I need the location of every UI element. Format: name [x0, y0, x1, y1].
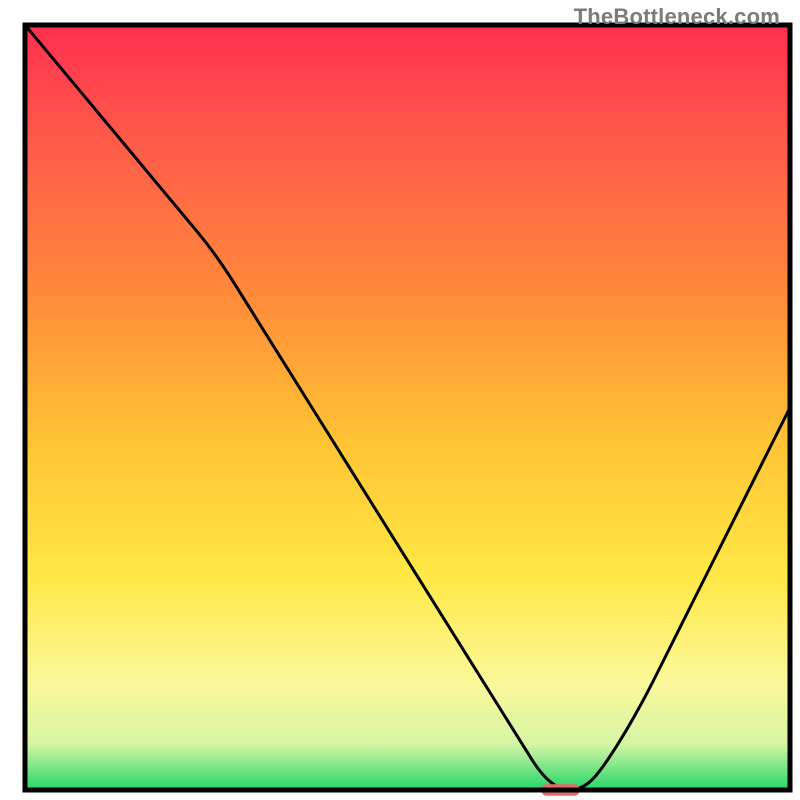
- watermark-text: TheBottleneck.com: [574, 4, 780, 30]
- plot-background: [25, 25, 790, 790]
- bottleneck-chart: [0, 0, 800, 800]
